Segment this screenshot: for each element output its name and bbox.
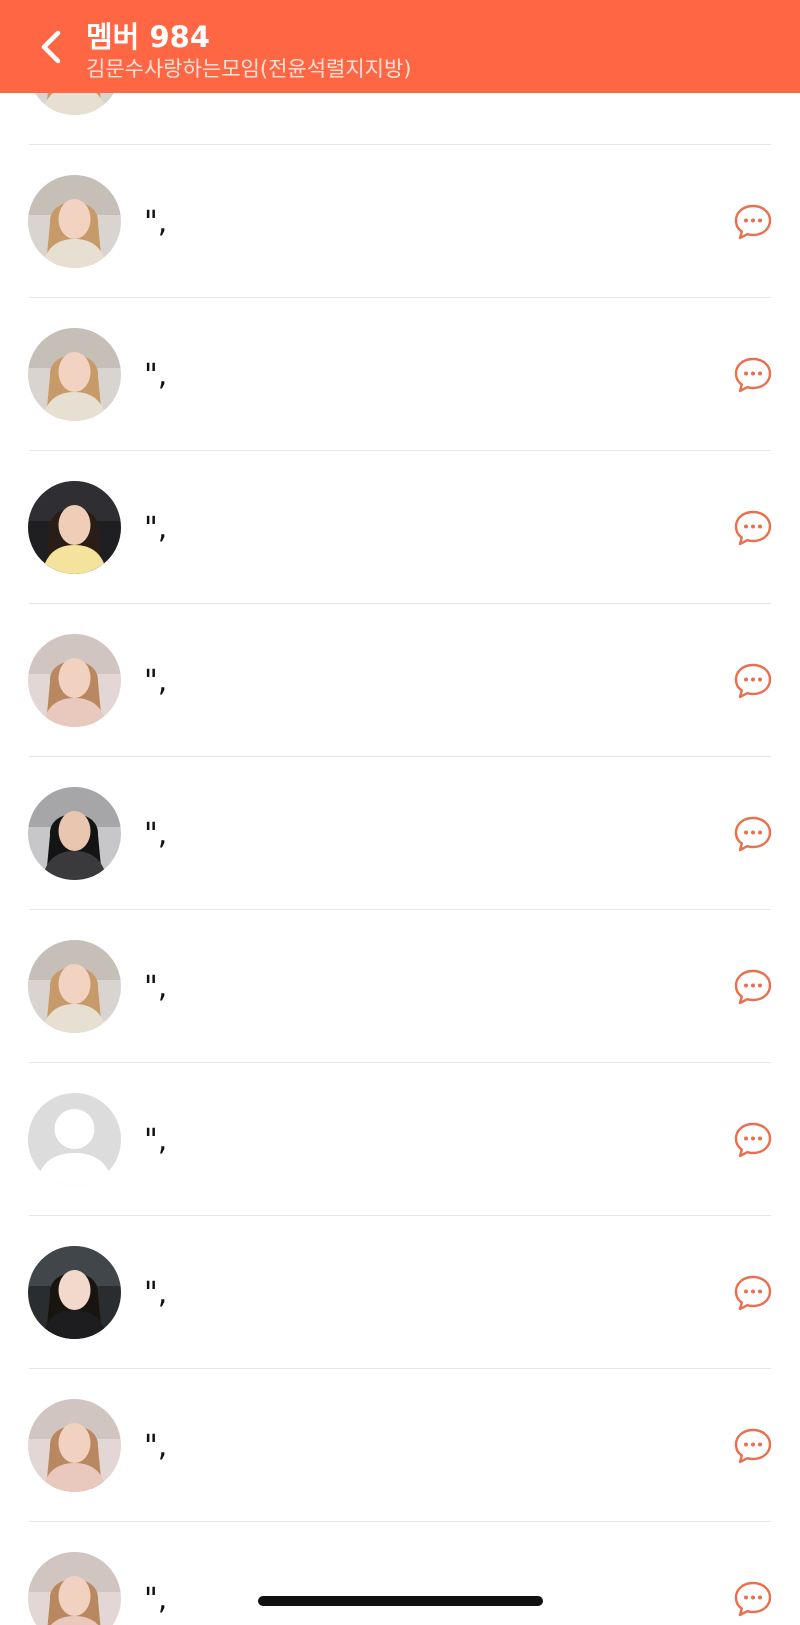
home-indicator [258,1596,543,1606]
chat-bubble-icon[interactable] [733,967,773,1007]
app-header: 멤버 984 김문수사랑하는모임(전윤석렬지지방) [0,0,800,93]
chat-bubble-icon[interactable] [733,1120,773,1160]
member-row[interactable]: ", [0,1522,800,1625]
chat-bubble-icon[interactable] [733,202,773,242]
chat-bubble-icon[interactable] [733,814,773,854]
member-name: ", [144,1582,168,1617]
member-name: ", [144,1123,168,1158]
member-avatar[interactable] [28,1399,121,1492]
member-row[interactable]: ", [0,757,800,910]
default-avatar-icon[interactable] [28,1093,121,1186]
page-title: 멤버 984 [86,20,210,54]
member-list: ", ", ", ", ", ", ", ", ", ", [0,0,800,1625]
member-name: ", [144,511,168,546]
chevron-left-icon [41,30,61,64]
member-avatar[interactable] [28,634,121,727]
member-avatar[interactable] [28,1246,121,1339]
member-avatar[interactable] [28,787,121,880]
member-avatar[interactable] [28,1552,121,1625]
member-name: ", [144,205,168,240]
member-avatar[interactable] [28,481,121,574]
member-row[interactable]: ", [0,145,800,298]
member-row[interactable]: ", [0,1369,800,1522]
chat-bubble-icon[interactable] [733,355,773,395]
member-name: ", [144,970,168,1005]
chat-bubble-icon[interactable] [733,1426,773,1466]
member-row[interactable]: ", [0,298,800,451]
member-avatar[interactable] [28,940,121,1033]
member-name: ", [144,1429,168,1464]
member-row[interactable]: ", [0,1063,800,1216]
back-button[interactable] [30,22,72,72]
member-name: ", [144,664,168,699]
member-row[interactable]: ", [0,1216,800,1369]
chat-bubble-icon[interactable] [733,1579,773,1619]
member-row[interactable]: ", [0,451,800,604]
group-name: 김문수사랑하는모임(전윤석렬지지방) [86,57,412,81]
chat-bubble-icon[interactable] [733,1273,773,1313]
member-list-screen: 멤버 984 김문수사랑하는모임(전윤석렬지지방) ", ", ", ", ",… [0,0,800,1625]
member-name: ", [144,817,168,852]
chat-bubble-icon[interactable] [733,661,773,701]
member-row[interactable]: ", [0,604,800,757]
chat-bubble-icon[interactable] [733,508,773,548]
member-avatar[interactable] [28,328,121,421]
member-avatar[interactable] [28,175,121,268]
member-row[interactable]: ", [0,910,800,1063]
member-name: ", [144,1276,168,1311]
member-name: ", [144,358,168,393]
